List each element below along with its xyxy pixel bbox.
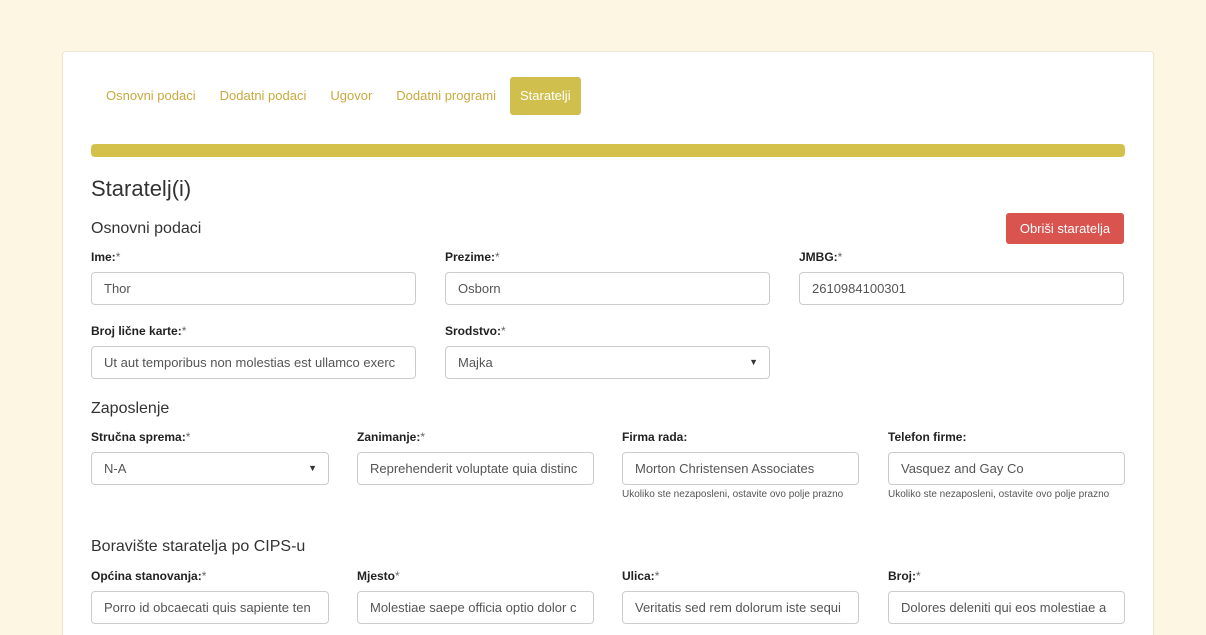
field-mjesto: Mjesto* Molestiae saepe officia optio do…: [357, 569, 594, 624]
opcina-input[interactable]: Porro id obcaecati quis sapiente ten: [91, 591, 329, 624]
mjesto-label: Mjesto*: [357, 569, 400, 583]
field-opcina: Općina stanovanja:* Porro id obcaecati q…: [91, 569, 329, 624]
ulica-label: Ulica:*: [622, 569, 660, 583]
tab-staratelji[interactable]: Staratelji: [510, 77, 581, 115]
field-strucna: Stručna sprema:* N-A ▼: [91, 430, 329, 485]
broj-input[interactable]: Dolores deleniti qui eos molestiae a: [888, 591, 1125, 624]
telefon-input[interactable]: Vasquez and Gay Co: [888, 452, 1125, 485]
firma-input[interactable]: Morton Christensen Associates: [622, 452, 859, 485]
broj-label: Broj:*: [888, 569, 921, 583]
prezime-input[interactable]: Osborn: [445, 272, 770, 305]
section-title-basic: Osnovni podaci: [91, 220, 202, 237]
srodstvo-label: Srodstvo:*: [445, 324, 506, 338]
broj-licne-input[interactable]: Ut aut temporibus non molestias est ulla…: [91, 346, 416, 379]
ulica-input[interactable]: Veritatis sed rem dolorum iste sequi: [622, 591, 859, 624]
tab-dodatni-programi[interactable]: Dodatni programi: [386, 77, 506, 115]
prezime-label: Prezime:*: [445, 250, 500, 264]
firma-help-text: Ukoliko ste nezaposleni, ostavite ovo po…: [622, 489, 844, 500]
form-card: Osnovni podaci Dodatni podaci Ugovor Dod…: [62, 51, 1154, 635]
opcina-label: Općina stanovanja:*: [91, 569, 207, 583]
jmbg-input[interactable]: 2610984100301: [799, 272, 1124, 305]
srodstvo-value: Majka: [458, 355, 493, 370]
strucna-value: N-A: [104, 461, 127, 476]
section-title-residence: Boravište staratelja po CIPS-u: [91, 538, 306, 555]
broj-licne-label: Broj lične karte:*: [91, 324, 187, 338]
ime-label: Ime:*: [91, 250, 121, 264]
delete-guardian-button[interactable]: Obriši staratelja: [1006, 213, 1124, 244]
jmbg-label: JMBG:*: [799, 250, 843, 264]
strucna-label: Stručna sprema:*: [91, 430, 191, 444]
field-broj-licne: Broj lične karte:* Ut aut temporibus non…: [91, 324, 416, 379]
field-ulica: Ulica:* Veritatis sed rem dolorum iste s…: [622, 569, 859, 624]
zanimanje-label: Zanimanje:*: [357, 430, 426, 444]
chevron-down-icon: ▼: [308, 463, 317, 473]
field-srodstvo: Srodstvo:* Majka ▼: [445, 324, 770, 379]
tab-bar: Osnovni podaci Dodatni podaci Ugovor Dod…: [96, 77, 581, 115]
progress-bar: [91, 144, 1125, 157]
field-prezime: Prezime:* Osborn: [445, 250, 770, 305]
tab-osnovni-podaci[interactable]: Osnovni podaci: [96, 77, 206, 115]
progress-fill: [91, 144, 1125, 157]
field-firma: Firma rada: Morton Christensen Associate…: [622, 430, 859, 501]
field-broj: Broj:* Dolores deleniti qui eos molestia…: [888, 569, 1125, 624]
ime-input[interactable]: Thor: [91, 272, 416, 305]
field-ime: Ime:* Thor: [91, 250, 416, 305]
srodstvo-select[interactable]: Majka ▼: [445, 346, 770, 379]
field-jmbg: JMBG:* 2610984100301: [799, 250, 1124, 305]
section-title-employment: Zaposlenje: [91, 400, 170, 417]
mjesto-input[interactable]: Molestiae saepe officia optio dolor c: [357, 591, 594, 624]
telefon-help-text: Ukoliko ste nezaposleni, ostavite ovo po…: [888, 489, 1110, 500]
tab-ugovor[interactable]: Ugovor: [320, 77, 382, 115]
strucna-select[interactable]: N-A ▼: [91, 452, 329, 485]
telefon-label: Telefon firme:: [888, 430, 967, 444]
page-title: Staratelj(i): [91, 176, 192, 201]
field-zanimanje: Zanimanje:* Reprehenderit voluptate quia…: [357, 430, 594, 485]
firma-label: Firma rada:: [622, 430, 688, 444]
tab-dodatni-podaci[interactable]: Dodatni podaci: [210, 77, 317, 115]
zanimanje-input[interactable]: Reprehenderit voluptate quia distinc: [357, 452, 594, 485]
chevron-down-icon: ▼: [749, 357, 758, 367]
field-telefon: Telefon firme: Vasquez and Gay Co Ukolik…: [888, 430, 1125, 501]
